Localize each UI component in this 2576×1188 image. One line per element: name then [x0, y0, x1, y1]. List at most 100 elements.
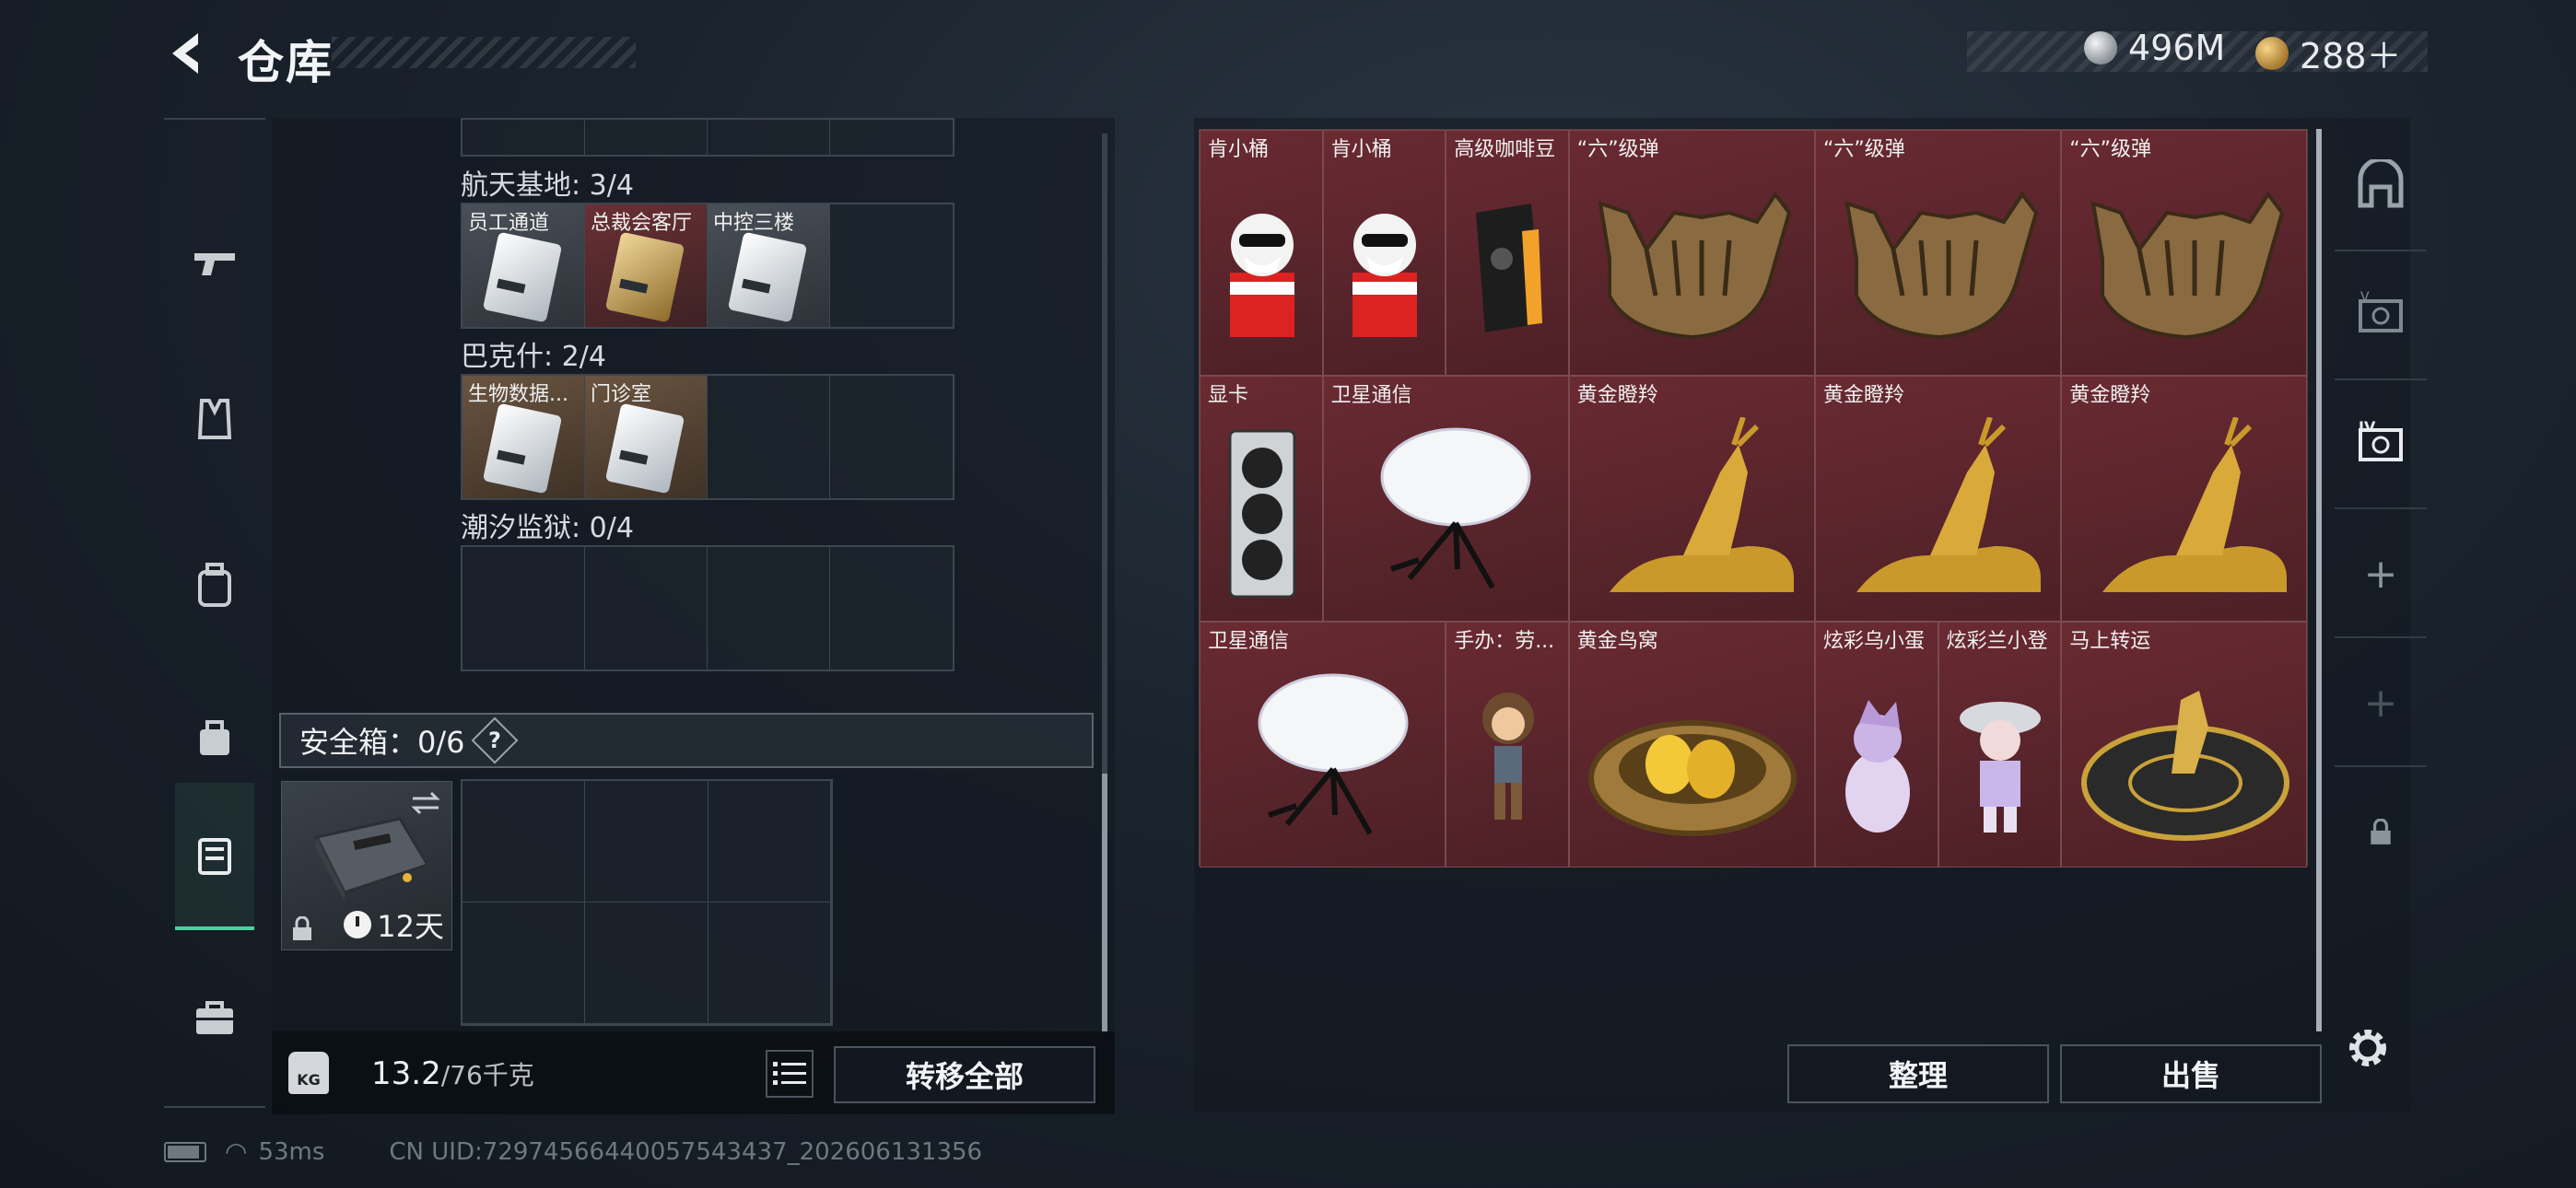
uid-text: CN UID:729745664400575434​37_20260613135… — [389, 1137, 983, 1166]
partial-row — [461, 118, 954, 157]
inventory-item[interactable]: 显卡 — [1200, 376, 1323, 622]
inventory-item-label: 高级咖啡豆 — [1454, 138, 1556, 161]
storage-tab-2[interactable]: V — [2335, 253, 2427, 380]
collection-row-1: 员工通道 总裁会客厅 中控三楼 — [461, 203, 954, 329]
inventory-item-label: 肯小桶 — [1208, 138, 1270, 161]
inventory-item[interactable]: “六”级弹 — [1568, 130, 1815, 376]
sort-button[interactable]: 整理 — [1787, 1044, 2049, 1103]
keycard-slot[interactable]: 总裁会客厅 — [585, 204, 708, 327]
inventory-item[interactable]: 手办：劳... — [1446, 622, 1569, 868]
gear-icon[interactable] — [2342, 1022, 2394, 1074]
hand-icon — [1573, 185, 1812, 355]
weight-value: 13.2/76千克 — [371, 1055, 534, 1092]
nav-storage[interactable] — [175, 783, 254, 930]
transfer-all-button[interactable]: 转移全部 — [834, 1046, 1095, 1103]
keycard-slot[interactable]: 员工通道 — [463, 204, 585, 327]
empty-slot — [463, 547, 585, 670]
lock-icon — [293, 916, 311, 940]
inventory-item[interactable]: 马上转运 — [2061, 622, 2308, 868]
keycard-slot[interactable]: 生物数据... — [463, 376, 585, 498]
left-scroll-thumb[interactable] — [1102, 774, 1107, 1031]
inventory-item[interactable]: 炫彩乌小蛋 — [1815, 622, 1938, 868]
doll-icon — [1954, 681, 2046, 842]
swap-icon[interactable] — [407, 789, 444, 817]
deer-icon — [1829, 415, 2050, 614]
keycard-slot[interactable]: 中控三楼 — [708, 204, 830, 327]
gpu-icon — [1221, 422, 1304, 610]
inventory-item-label: 手办：劳... — [1454, 630, 1555, 653]
back-arrow-icon[interactable] — [161, 28, 213, 79]
weight-bar: KG 13.2/76千克 转移全部 — [272, 1031, 1115, 1114]
kfc-icon — [1212, 190, 1313, 350]
inventory-item[interactable]: 黄金鸟窝 — [1568, 622, 1815, 868]
inventory-item[interactable]: 黄金瞪羚 — [1815, 376, 2062, 622]
pistol-icon — [194, 253, 235, 275]
currency-gold[interactable]: 288＋ — [2255, 28, 2402, 78]
currency-silver[interactable]: 496M — [2084, 28, 2225, 68]
empty-slot — [708, 547, 830, 670]
battery-icon — [164, 1141, 206, 1162]
storage-icon — [198, 838, 231, 875]
collection-row-2: 生物数据... 门诊室 — [461, 374, 954, 500]
inventory-item[interactable]: 黄金瞪羚 — [2061, 376, 2308, 622]
storage-tab-1[interactable] — [2335, 124, 2427, 251]
dish-icon — [1232, 668, 1416, 856]
right-storage-tabs: V IV + + — [2335, 124, 2427, 1045]
safebox-header: 安全箱：0/6 ? — [279, 713, 1094, 768]
gold-amount: 288＋ — [2300, 36, 2402, 76]
right-scroll-thumb[interactable] — [2316, 129, 2322, 1031]
safe-icon: IV — [2359, 418, 2403, 461]
egg-icon — [1832, 681, 1924, 842]
keycard-slot[interactable]: 门诊室 — [585, 376, 708, 498]
safebox-item[interactable]: 12天 — [281, 781, 452, 950]
collection-title: 巴克什: 2/4 — [461, 341, 606, 373]
dish-icon — [1354, 422, 1539, 610]
inventory-item[interactable]: 高级咖啡豆 — [1446, 130, 1569, 376]
safebox-grid — [461, 779, 833, 1026]
add-storage-tab[interactable]: + — [2335, 511, 2427, 638]
warehouse-icon — [2358, 159, 2404, 208]
vest-icon — [197, 399, 232, 439]
inventory-item[interactable]: “六”级弹 — [1815, 130, 2062, 376]
inventory-item-label: “六”级弹 — [2069, 138, 2151, 161]
inventory-item[interactable]: 卫星通信 — [1322, 376, 1569, 622]
empty-slot — [585, 547, 708, 670]
inventory-item-label: 黄金瞪羚 — [1823, 384, 1905, 407]
page-title: 仓库 — [238, 36, 334, 89]
inventory-item[interactable]: 炫彩兰小登 — [1938, 622, 2062, 868]
deer-icon — [1582, 415, 1803, 614]
safe-icon: V — [2359, 290, 2403, 332]
inventory-item[interactable]: “六”级弹 — [2061, 130, 2308, 376]
left-category-nav — [164, 118, 265, 1108]
inventory-item-label: 黄金瞪羚 — [1576, 384, 1658, 407]
nest-icon — [1582, 677, 1803, 846]
safebox-timer: 12天 — [344, 903, 444, 946]
nav-armor[interactable] — [164, 350, 265, 488]
list-view-button[interactable] — [766, 1050, 814, 1098]
inventory-item-label: “六”级弹 — [1576, 138, 1659, 161]
collection-title: 潮汐监狱: 0/4 — [461, 512, 634, 544]
empty-slot — [463, 781, 586, 903]
storage-tab-3[interactable]: IV — [2335, 382, 2427, 509]
inventory-item[interactable]: 卫星通信 — [1200, 622, 1446, 868]
help-icon[interactable]: ? — [471, 716, 518, 764]
inventory-item-label: “六”级弹 — [1823, 138, 1905, 161]
keycard-icon — [604, 402, 685, 495]
inventory-item-label: 黄金瞪羚 — [2069, 384, 2151, 407]
clock-icon — [344, 911, 372, 938]
keycard-icon — [604, 231, 685, 323]
hand-icon — [2066, 185, 2305, 355]
inventory-item[interactable]: 黄金瞪羚 — [1568, 376, 1815, 622]
nav-backpack[interactable] — [164, 516, 265, 654]
nav-toolbox[interactable] — [164, 949, 265, 1087]
locked-storage-tab[interactable] — [2335, 769, 2427, 896]
kfc-icon — [1334, 190, 1435, 350]
empty-slot — [830, 376, 953, 498]
add-storage-tab[interactable]: + — [2335, 640, 2427, 767]
nav-weapons[interactable] — [164, 193, 265, 332]
coffee-icon — [1458, 194, 1559, 345]
inventory-item-label: 肯小桶 — [1330, 138, 1392, 161]
inventory-item[interactable]: 肯小桶 — [1200, 130, 1323, 376]
inventory-item[interactable]: 肯小桶 — [1322, 130, 1446, 376]
sell-button[interactable]: 出售 — [2060, 1044, 2322, 1103]
